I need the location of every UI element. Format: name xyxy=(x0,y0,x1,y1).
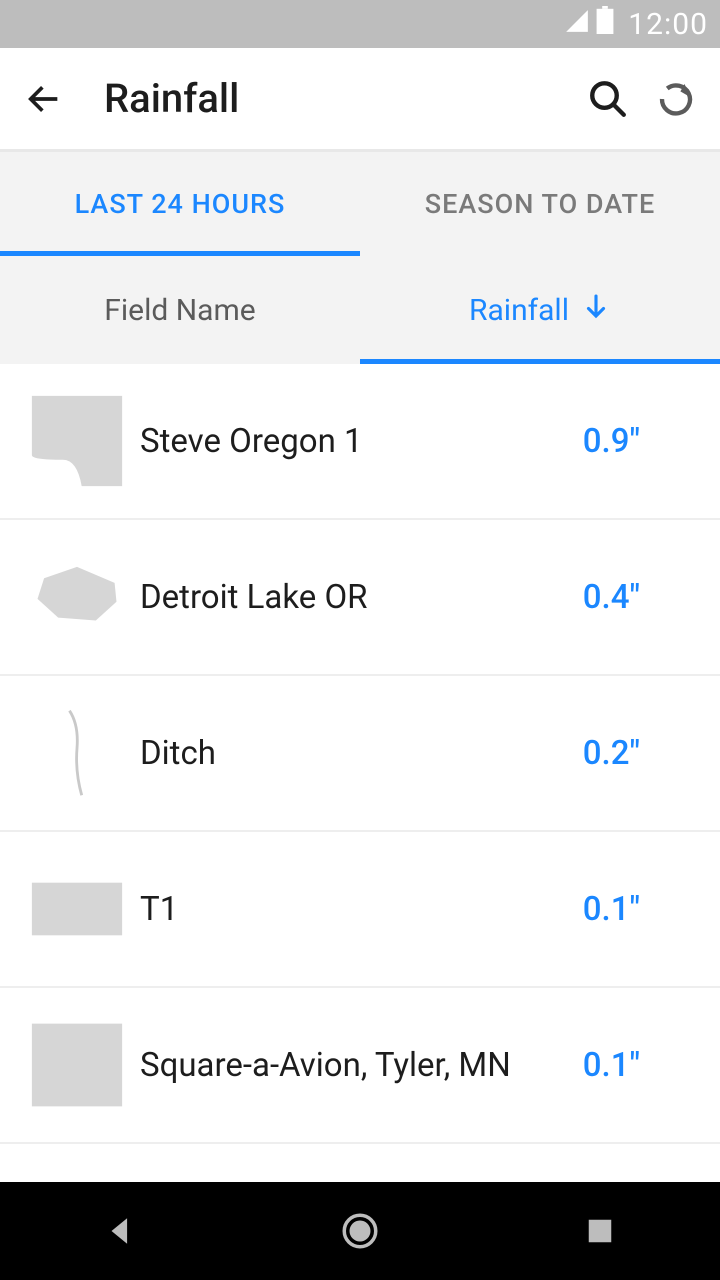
sort-header: Field Name Rainfall xyxy=(0,256,720,364)
field-name: Detroit Lake OR xyxy=(140,578,583,617)
field-list: Steve Oregon 1 0.9" Detroit Lake OR 0.4"… xyxy=(0,364,720,1160)
nav-home-button[interactable] xyxy=(330,1201,390,1261)
field-shape-icon xyxy=(30,862,124,956)
sort-rainfall[interactable]: Rainfall xyxy=(360,256,720,364)
field-shape-icon xyxy=(30,1018,124,1112)
list-item[interactable]: T1 0.1" xyxy=(0,832,720,988)
page-title: Rainfall xyxy=(104,75,568,122)
status-icons: 12:00 xyxy=(564,6,708,42)
field-name: Ditch xyxy=(140,734,583,773)
field-shape-icon xyxy=(30,550,124,644)
rainfall-value: 0.2" xyxy=(583,734,640,773)
field-shape-icon xyxy=(30,706,124,800)
nav-recent-icon xyxy=(585,1216,615,1246)
rainfall-value: 0.4" xyxy=(583,578,640,617)
status-time: 12:00 xyxy=(628,7,708,42)
field-name: T1 xyxy=(140,890,583,929)
list-item[interactable]: Ditch 0.2" xyxy=(0,676,720,832)
nav-home-icon xyxy=(339,1210,381,1252)
search-icon xyxy=(587,78,629,120)
search-button[interactable] xyxy=(580,71,636,127)
nav-recent-button[interactable] xyxy=(570,1201,630,1261)
sort-field-name[interactable]: Field Name xyxy=(0,256,360,364)
back-button[interactable] xyxy=(16,71,72,127)
arrow-down-icon xyxy=(581,291,611,329)
tab-label: SEASON TO DATE xyxy=(425,188,655,220)
tab-season-to-date[interactable]: SEASON TO DATE xyxy=(360,152,720,256)
status-bar: 12:00 xyxy=(0,0,720,48)
tabs: LAST 24 HOURS SEASON TO DATE xyxy=(0,152,720,256)
list-item-partial xyxy=(0,1144,720,1160)
list-item[interactable]: Square-a-Avion, Tyler, MN 0.1" xyxy=(0,988,720,1144)
list-item[interactable]: Steve Oregon 1 0.9" xyxy=(0,364,720,520)
rainfall-value: 0.1" xyxy=(583,1046,640,1085)
rainfall-value: 0.9" xyxy=(583,422,640,461)
field-shape-icon xyxy=(30,394,124,488)
nav-back-button[interactable] xyxy=(90,1201,150,1261)
nav-back-icon xyxy=(103,1214,137,1248)
sort-label: Field Name xyxy=(104,293,255,328)
refresh-icon xyxy=(655,78,697,120)
battery-icon xyxy=(596,6,614,42)
signal-icon xyxy=(564,7,590,42)
rainfall-value: 0.1" xyxy=(583,890,640,929)
sort-label: Rainfall xyxy=(469,293,569,328)
arrow-left-icon xyxy=(24,79,64,119)
list-item[interactable]: Detroit Lake OR 0.4" xyxy=(0,520,720,676)
tab-label: LAST 24 HOURS xyxy=(75,188,286,220)
refresh-button[interactable] xyxy=(648,71,704,127)
system-nav-bar xyxy=(0,1182,720,1280)
field-name: Square-a-Avion, Tyler, MN xyxy=(140,1046,583,1085)
app-bar: Rainfall xyxy=(0,48,720,152)
tab-last-24-hours[interactable]: LAST 24 HOURS xyxy=(0,152,360,256)
field-name: Steve Oregon 1 xyxy=(140,422,583,461)
